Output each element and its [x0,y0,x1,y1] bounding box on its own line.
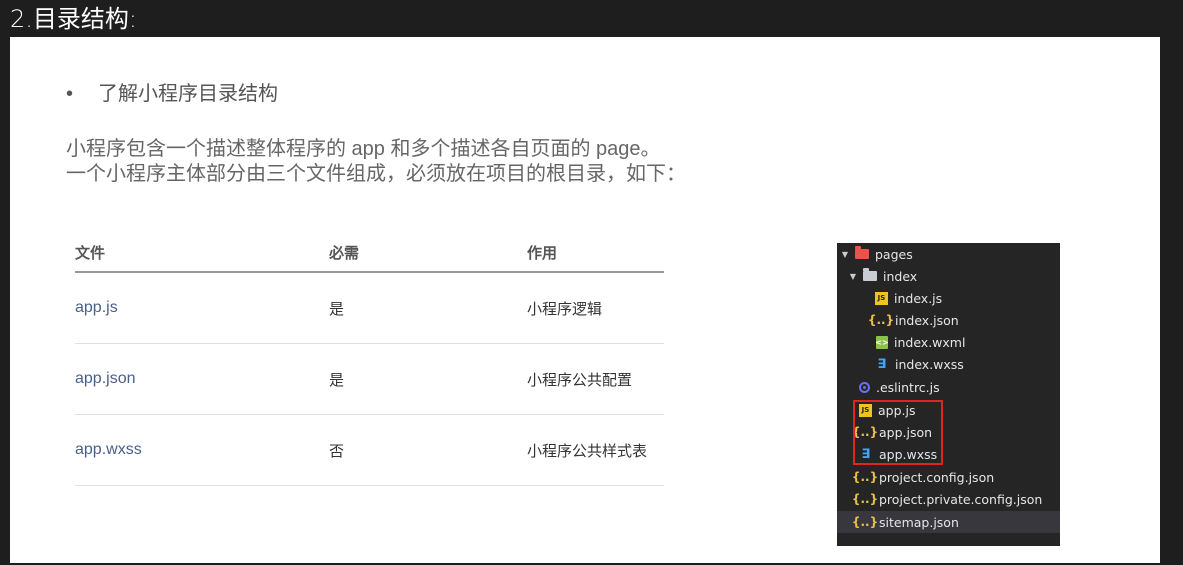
wxml-file-icon: <> [875,335,889,349]
tree-item-pages[interactable]: ▼ pages [837,243,1060,265]
eslint-icon [859,381,870,393]
cell-purpose: 小程序公共样式表 [527,414,664,486]
bullet-point: • 了解小程序目录结构 [66,81,278,107]
table-row: app.js 是 小程序逻辑 [75,272,664,344]
tree-item-project-config[interactable]: {..} project.config.json [837,466,1060,488]
file-tree-screenshot: ▼ pages ▼ index JS index.js {..} index.j… [837,243,1060,546]
bullet-text: 了解小程序目录结构 [98,83,278,105]
tree-item-project-private-config[interactable]: {..} project.private.config.json [837,488,1060,510]
tree-item-eslintrc[interactable]: .eslintrc.js [837,376,1060,398]
slide-content: • 了解小程序目录结构 小程序包含一个描述整体程序的 app 和多个描述各自页面的… [10,37,1160,563]
cell-required: 否 [329,414,527,486]
tree-item-label: index.json [895,312,959,328]
tree-item-index-json[interactable]: {..} index.json [837,309,1060,331]
folder-red-icon [855,246,869,259]
chevron-down-icon: ▼ [849,271,857,281]
tree-item-label: index [883,268,918,284]
chevron-down-icon: ▼ [841,249,849,259]
cell-purpose: 小程序公共配置 [527,343,664,415]
tree-item-label: project.private.config.json [879,491,1043,507]
tree-item-label: pages [875,246,913,262]
description: 小程序包含一个描述整体程序的 app 和多个描述各自页面的 page。 一个小程… [66,137,686,187]
table-header-row: 文件 必需 作用 [75,233,664,273]
file-table: 文件 必需 作用 app.js 是 小程序逻辑 app.json 是 小程序公共… [75,233,664,486]
tree-item-label: project.config.json [879,469,995,485]
tree-item-label: .eslintrc.js [876,379,940,395]
header-purpose: 作用 [527,233,664,273]
tree-item-label: index.wxml [894,334,966,350]
cell-required: 是 [329,272,527,344]
json-file-icon: {..} [867,313,895,327]
json-file-icon: {..} [851,492,879,506]
js-file-icon: JS [875,291,888,305]
tree-item-index-js[interactable]: JS index.js [837,287,1060,309]
json-file-icon: {..} [851,515,879,529]
cell-required: 是 [329,343,527,415]
tree-item-index-folder[interactable]: ▼ index [837,265,1060,287]
header-required: 必需 [329,233,527,273]
cell-file: app.json [75,343,329,415]
cell-purpose: 小程序逻辑 [527,272,664,344]
table-row: app.wxss 否 小程序公共样式表 [75,414,664,486]
tree-item-sitemap[interactable]: {..} sitemap.json [837,511,1060,533]
wxss-file-icon: ∃ [877,356,887,372]
table-row: app.json 是 小程序公共配置 [75,343,664,415]
section-heading: 2.目录结构: [10,5,137,33]
tree-item-index-wxml[interactable]: <> index.wxml [837,331,1060,353]
description-line-1: 小程序包含一个描述整体程序的 app 和多个描述各自页面的 page。 [66,138,661,160]
cell-file: app.js [75,272,329,344]
highlight-box [853,400,943,465]
json-file-icon: {..} [851,470,879,484]
cell-file: app.wxss [75,414,329,486]
header-file: 文件 [75,233,329,273]
description-line-2: 一个小程序主体部分由三个文件组成，必须放在项目的根目录，如下： [66,163,686,185]
bullet-marker: • [66,83,74,105]
tree-item-label: index.js [894,290,943,306]
tree-item-label: index.wxss [895,356,964,372]
tree-item-index-wxss[interactable]: ∃ index.wxss [837,353,1060,375]
tree-item-label: sitemap.json [879,514,959,530]
folder-icon [863,268,877,281]
